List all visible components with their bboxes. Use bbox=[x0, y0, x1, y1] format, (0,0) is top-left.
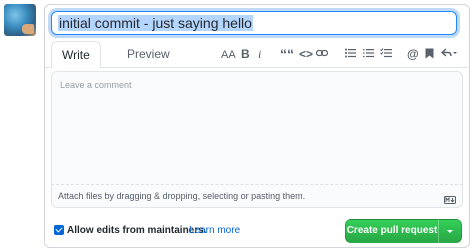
comment-placeholder: Leave a comment bbox=[60, 80, 132, 90]
task-list-icon[interactable] bbox=[380, 48, 392, 62]
avatar bbox=[4, 4, 36, 36]
tab-preview-label: Preview bbox=[127, 47, 170, 61]
editor-tabs: Write Preview AA B i ““ <> @ bbox=[45, 41, 469, 69]
header-icon[interactable]: AA bbox=[221, 47, 236, 61]
create-pull-request-button[interactable]: Create pull request bbox=[345, 219, 439, 243]
create-options-dropdown-button[interactable] bbox=[438, 219, 462, 243]
bold-icon[interactable]: B bbox=[241, 47, 250, 61]
learn-more-link[interactable]: Learn more bbox=[189, 225, 240, 236]
code-icon[interactable]: <> bbox=[299, 47, 313, 61]
title-input-value: initial commit - just saying hello bbox=[58, 15, 253, 31]
allow-edits-label: Allow edits from maintainers. bbox=[67, 225, 207, 236]
tab-preview[interactable]: Preview bbox=[117, 41, 180, 67]
tab-write-label: Write bbox=[62, 48, 90, 62]
allow-edits-checkbox[interactable] bbox=[54, 225, 64, 235]
pull-request-form: initial commit - just saying hello Write… bbox=[44, 4, 470, 248]
italic-icon[interactable]: i bbox=[258, 47, 261, 61]
unordered-list-icon[interactable] bbox=[345, 48, 356, 62]
mention-icon[interactable]: @ bbox=[407, 47, 419, 61]
title-input[interactable]: initial commit - just saying hello bbox=[51, 11, 457, 35]
create-pull-request-label: Create pull request bbox=[346, 225, 438, 236]
attach-files-bar[interactable]: Attach files by dragging & dropping, sel… bbox=[51, 185, 463, 208]
reply-arrow-icon[interactable] bbox=[441, 48, 457, 62]
saved-reply-icon[interactable] bbox=[425, 48, 434, 62]
ordered-list-icon[interactable] bbox=[363, 48, 374, 62]
markdown-icon[interactable] bbox=[444, 191, 456, 209]
comment-textarea[interactable]: Leave a comment bbox=[51, 71, 463, 185]
attach-files-text: Attach files by dragging & dropping, sel… bbox=[58, 191, 306, 201]
tab-write[interactable]: Write bbox=[51, 41, 101, 69]
link-icon[interactable] bbox=[316, 48, 328, 62]
quote-icon[interactable]: ““ bbox=[280, 47, 294, 61]
